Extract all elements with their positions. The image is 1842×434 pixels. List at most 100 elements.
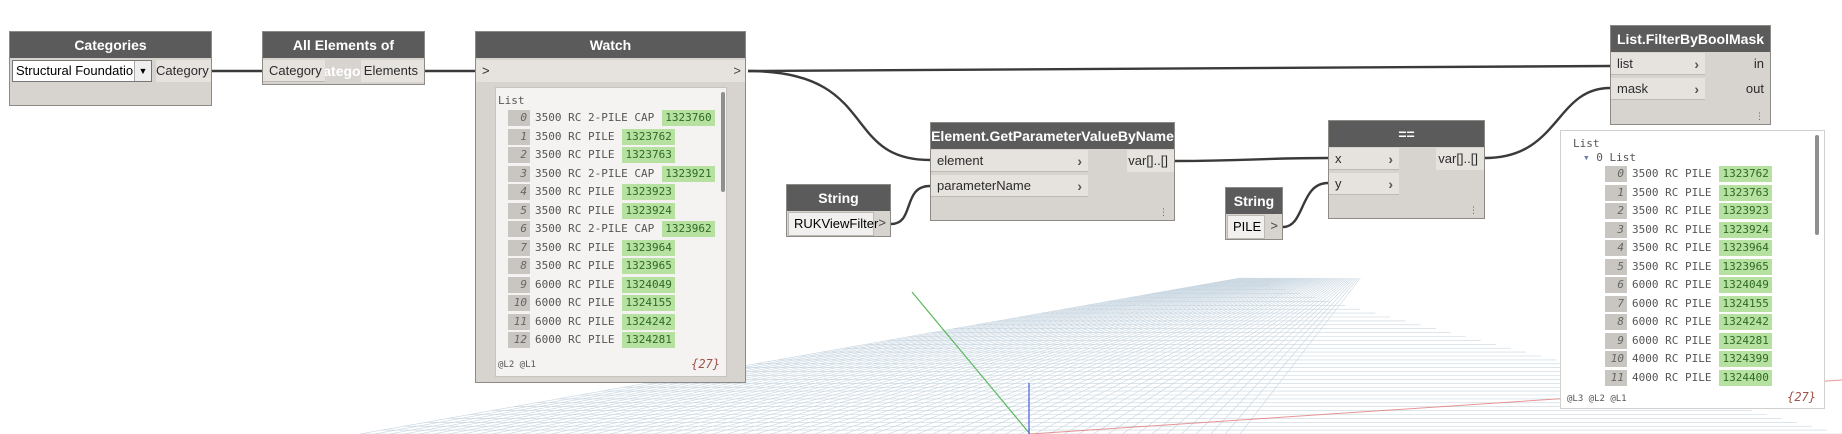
- filter_preview-list-item[interactable]: 11 4000 RC PILE 1324400: [1605, 369, 1772, 386]
- watch_node-list-item[interactable]: 1 3500 RC PILE 1323762: [508, 128, 675, 145]
- string-node-2-value-field[interactable]: PILE: [1227, 215, 1265, 239]
- categories-output-port[interactable]: Category: [156, 60, 211, 82]
- watch-scrollbar[interactable]: [721, 92, 725, 192]
- element-id-badge[interactable]: 1324155: [1719, 295, 1772, 312]
- watch_node-list-item[interactable]: 7 3500 RC PILE 1323964: [508, 239, 675, 256]
- getparam-parametername-port[interactable]: parameterName ›: [931, 175, 1088, 197]
- string-node-1-value-field[interactable]: RUKViewFilter: [788, 212, 878, 236]
- filter-out-port[interactable]: out: [1741, 78, 1770, 100]
- all-elements-input-port[interactable]: Category: [263, 60, 325, 82]
- watch_node-list-item[interactable]: 9 6000 RC PILE 1324049: [508, 276, 675, 293]
- element-id-badge[interactable]: 1323964: [622, 239, 675, 256]
- element-id-badge[interactable]: 1323921: [662, 165, 715, 182]
- filter-in-port[interactable]: in: [1741, 53, 1770, 75]
- watch_node-list-item[interactable]: 5 3500 RC PILE 1323924: [508, 202, 675, 219]
- filter-node[interactable]: List.FilterByBoolMask list › mask › in o…: [1610, 25, 1771, 125]
- filter_preview-list-item[interactable]: 3 3500 RC PILE 1323924: [1605, 221, 1772, 238]
- element-id-badge[interactable]: 1323760: [662, 110, 715, 126]
- equals-x-port[interactable]: x ›: [1329, 148, 1399, 170]
- list-item-name: 3500 RC PILE: [535, 259, 615, 272]
- element-id-badge[interactable]: 1324155: [622, 295, 675, 311]
- filter_preview-list-item[interactable]: 0 3500 RC PILE 1323762: [1605, 166, 1772, 182]
- string-node-2[interactable]: String PILE >: [1225, 187, 1283, 240]
- string-node-1-title: String: [787, 185, 890, 211]
- list-index: 6: [1605, 277, 1627, 293]
- list-index: 2: [508, 147, 530, 163]
- filter-sublist-row[interactable]: ▾ 0 List: [1583, 150, 1636, 166]
- getparam-element-port[interactable]: element ›: [931, 150, 1088, 172]
- string-node-2-output-arrow[interactable]: >: [1270, 218, 1278, 233]
- filter_preview-list-item[interactable]: 6 6000 RC PILE 1324049: [1605, 277, 1772, 293]
- dropdown-arrow-icon[interactable]: ▼: [134, 61, 151, 81]
- element-id-badge[interactable]: 1323924: [622, 202, 675, 219]
- watch_node-list-item[interactable]: 11 6000 RC PILE 1324242: [508, 313, 675, 330]
- getparam-output-port[interactable]: var[]..[]: [1127, 150, 1174, 172]
- watch_node-list-item[interactable]: 6 3500 RC 2-PILE CAP 1323962: [508, 221, 715, 237]
- filter_preview-list-item[interactable]: 9 6000 RC PILE 1324281: [1605, 332, 1772, 349]
- filter_preview-list-item[interactable]: 8 6000 RC PILE 1324242: [1605, 314, 1772, 330]
- element-id-badge[interactable]: 1323762: [1719, 166, 1772, 182]
- string-node-1-output-arrow[interactable]: >: [878, 215, 886, 230]
- element-id-badge[interactable]: 1324281: [1719, 332, 1772, 349]
- element-id-badge[interactable]: 1323923: [622, 184, 675, 200]
- element-id-badge[interactable]: 1324400: [1719, 369, 1772, 386]
- filter_preview-list-item[interactable]: 2 3500 RC PILE 1323923: [1605, 203, 1772, 219]
- element-id-badge[interactable]: 1323964: [1719, 240, 1772, 256]
- category-dropdown-value: Structural Foundations: [16, 63, 147, 78]
- element-id-badge[interactable]: 1323763: [622, 147, 675, 163]
- filter-scrollbar[interactable]: [1815, 135, 1819, 235]
- equals-output-port[interactable]: var[]..[]: [1436, 148, 1484, 170]
- watch_node-list-item[interactable]: 12 6000 RC PILE 1324281: [508, 332, 675, 348]
- filter-preview-panel[interactable]: List ▾ 0 List 0 3500 RC PILE 1323762 1 3500 …: [1560, 130, 1825, 409]
- all-elements-node[interactable]: All Elements of Category Category Elemen…: [262, 31, 425, 85]
- element-id-badge[interactable]: 1323923: [1719, 203, 1772, 219]
- element-id-badge[interactable]: 1323924: [1719, 221, 1772, 238]
- categories-node[interactable]: Categories Structural Foundations ▼ Cate…: [9, 31, 212, 106]
- element-id-badge[interactable]: 1323965: [1719, 258, 1772, 275]
- getparam-node[interactable]: Element.GetParameterValueByName element …: [930, 122, 1175, 221]
- category-dropdown[interactable]: Structural Foundations ▼: [12, 60, 152, 82]
- filter_preview-list-item[interactable]: 7 6000 RC PILE 1324155: [1605, 295, 1772, 312]
- filter_preview-list-item[interactable]: 4 3500 RC PILE 1323964: [1605, 240, 1772, 256]
- element-id-badge[interactable]: 1323965: [622, 258, 675, 274]
- element-id-badge[interactable]: 1324049: [1719, 277, 1772, 293]
- node-resize-grip[interactable]: ⋮: [1469, 205, 1478, 216]
- filter_preview-list-item[interactable]: 1 3500 RC PILE 1323763: [1605, 184, 1772, 201]
- list-item-name: 3500 RC PILE: [535, 185, 615, 198]
- watch-node[interactable]: Watch > > List 0 3500 RC 2-PILE CAP 132376…: [475, 31, 746, 383]
- watch-output-arrow[interactable]: >: [733, 60, 741, 82]
- filter-mask-port[interactable]: mask ›: [1611, 78, 1705, 100]
- watch-preview-panel[interactable]: List 0 3500 RC 2-PILE CAP 1323760 1 3500 RC …: [495, 87, 727, 377]
- watch_node-list-item[interactable]: 8 3500 RC PILE 1323965: [508, 258, 675, 274]
- element-id-badge[interactable]: 1323762: [622, 128, 675, 145]
- all-elements-output-port[interactable]: Elements: [361, 60, 424, 82]
- filter_preview-list-item[interactable]: 5 3500 RC PILE 1323965: [1605, 258, 1772, 275]
- watch_node-list-item[interactable]: 3 3500 RC 2-PILE CAP 1323921: [508, 165, 715, 182]
- element-id-badge[interactable]: 1324242: [1719, 314, 1772, 330]
- list-index: 6: [508, 221, 530, 237]
- node-resize-grip[interactable]: ⋮: [1755, 111, 1764, 122]
- equals-node[interactable]: == x › y › var[]..[] ⋮: [1328, 120, 1485, 219]
- filter-in-label: in: [1753, 56, 1764, 71]
- filter_preview-list-item[interactable]: 10 4000 RC PILE 1324399: [1605, 351, 1772, 367]
- filter-sublist-label: 0 List: [1596, 151, 1636, 164]
- element-id-badge[interactable]: 1324049: [622, 276, 675, 293]
- list-item-name: 4000 RC PILE: [1632, 370, 1712, 384]
- node-resize-grip[interactable]: ⋮: [1159, 207, 1168, 218]
- watch_node-list-item[interactable]: 10 6000 RC PILE 1324155: [508, 295, 675, 311]
- element-id-badge[interactable]: 1323962: [662, 221, 715, 237]
- watch_node-list-item[interactable]: 4 3500 RC PILE 1323923: [508, 184, 675, 200]
- getparam-parametername-label: parameterName: [937, 178, 1031, 193]
- element-id-badge[interactable]: 1323763: [1719, 184, 1772, 201]
- watch-input-port[interactable]: > >: [476, 60, 745, 82]
- string-node-1[interactable]: String RUKViewFilter >: [786, 184, 891, 237]
- filter-list-port[interactable]: list ›: [1611, 53, 1705, 75]
- list-index: 8: [508, 258, 530, 274]
- element-id-badge[interactable]: 1324242: [622, 313, 675, 330]
- collapse-triangle-icon[interactable]: ▾: [1583, 151, 1590, 164]
- equals-y-port[interactable]: y ›: [1329, 173, 1399, 195]
- element-id-badge[interactable]: 1324399: [1719, 351, 1772, 367]
- watch_node-list-item[interactable]: 2 3500 RC PILE 1323763: [508, 147, 675, 163]
- element-id-badge[interactable]: 1324281: [622, 332, 675, 348]
- watch_node-list-item[interactable]: 0 3500 RC 2-PILE CAP 1323760: [508, 110, 715, 126]
